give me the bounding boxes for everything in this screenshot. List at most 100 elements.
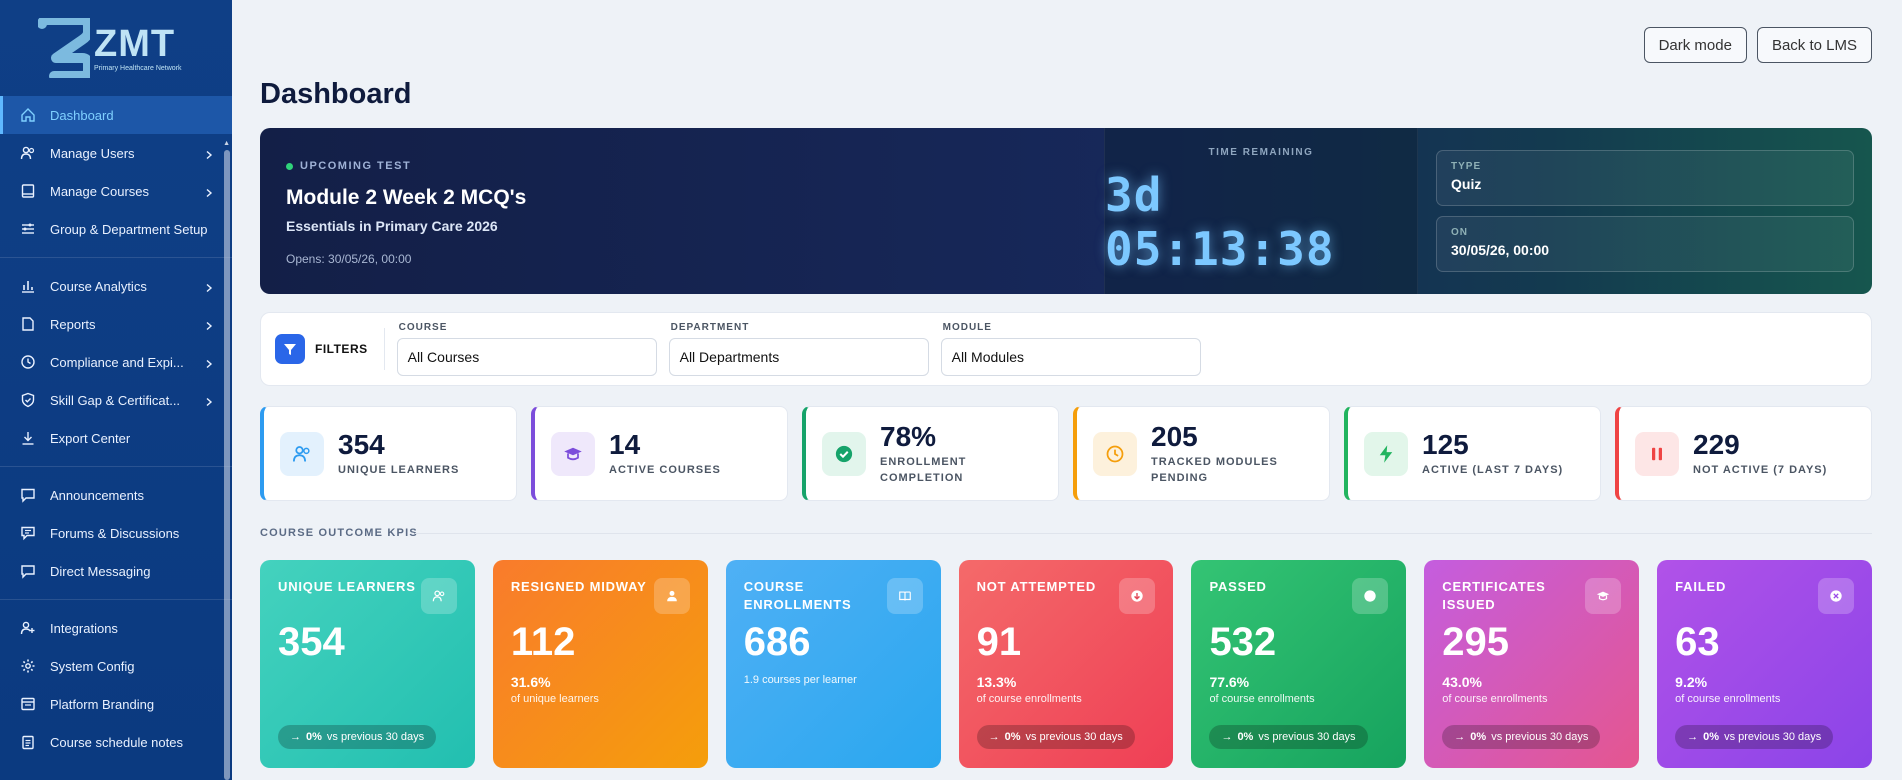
kpi-trend-percent: 0% bbox=[1237, 731, 1254, 743]
sidebar-item-manage-courses[interactable]: Manage Courses bbox=[0, 172, 232, 210]
sidebar-item-course-analytics[interactable]: Course Analytics bbox=[0, 267, 232, 305]
time-remaining-label: TIME REMAINING bbox=[1208, 146, 1314, 158]
stat-value: 78% bbox=[880, 420, 937, 452]
sidebar-item-label: Reports bbox=[50, 316, 96, 332]
stat-value: 14 bbox=[609, 428, 641, 460]
pause-icon bbox=[1635, 431, 1679, 476]
sidebar-item-label: Course Analytics bbox=[50, 278, 147, 294]
sidebar-item-reports[interactable]: Reports bbox=[0, 305, 232, 343]
filters-bar: FILTERS COURSE All Courses DEPARTMENT Al… bbox=[260, 312, 1872, 386]
nav-divider bbox=[0, 466, 232, 467]
stat-label: UNIQUE LEARNERS bbox=[338, 463, 460, 476]
book-open-icon bbox=[886, 578, 923, 614]
gear-icon bbox=[20, 658, 36, 674]
on-box: ON 30/05/26, 00:00 bbox=[1436, 216, 1854, 272]
on-value: 30/05/26, 00:00 bbox=[1451, 242, 1550, 258]
home-icon bbox=[20, 107, 36, 123]
sidebar-item-skill-gap-certificat[interactable]: Skill Gap & Certificat... bbox=[0, 381, 232, 419]
sidebar-item-announcements[interactable]: Announcements bbox=[0, 476, 232, 514]
kpi-trend-percent: 0% bbox=[1470, 731, 1487, 743]
sidebar-item-compliance-and-expi[interactable]: Compliance and Expi... bbox=[0, 343, 232, 381]
on-label: ON bbox=[1451, 227, 1468, 238]
kpi-title: CERTIFICATES ISSUED bbox=[1442, 579, 1546, 612]
filter-icon bbox=[275, 334, 305, 364]
x-circle-icon bbox=[1818, 578, 1855, 614]
kpi-trend-text: vs previous 30 days bbox=[1258, 731, 1356, 743]
brand-subtitle: Primary Healthcare Network bbox=[94, 64, 182, 72]
sidebar-item-dashboard[interactable]: Dashboard bbox=[0, 96, 232, 134]
sidebar-item-label: Skill Gap & Certificat... bbox=[50, 392, 181, 408]
kpi-trend-percent: 0% bbox=[1703, 731, 1720, 743]
kpi-subtext: of course enrollments bbox=[1675, 693, 1781, 705]
kpi-card: UNIQUE LEARNERS 354 → 0% vs previous 30 days bbox=[260, 560, 475, 768]
kpi-value: 112 bbox=[510, 620, 576, 664]
dark-mode-button[interactable]: Dark mode bbox=[1643, 27, 1747, 63]
kpi-card: CERTIFICATES ISSUED 295 43.0% of course enr… bbox=[1424, 560, 1640, 768]
sidebar-scrollbar[interactable] bbox=[224, 150, 230, 780]
sidebar-item-direct-messaging[interactable]: Direct Messaging bbox=[0, 552, 232, 590]
module-select[interactable]: All Modules bbox=[940, 338, 1201, 376]
kpi-card: PASSED 532 77.6% of course enrollments → 0% vs… bbox=[1191, 560, 1407, 768]
stat-value: 229 bbox=[1693, 428, 1740, 460]
scroll-up-icon[interactable]: ▲ bbox=[223, 140, 230, 147]
brand-title: ZMT bbox=[94, 22, 176, 65]
kpi-meta: 1.9 courses per learner bbox=[743, 674, 857, 686]
stat-card: 229 NOT ACTIVE (7 DAYS) bbox=[1615, 406, 1872, 501]
stat-cards: 354 UNIQUE LEARNERS 14 ACTIVE COURSES 78% ENR… bbox=[260, 406, 1872, 501]
stat-value: 354 bbox=[338, 428, 385, 460]
sidebar-item-export-center[interactable]: Export Center bbox=[0, 419, 232, 457]
kpi-title: PASSED bbox=[1209, 579, 1267, 594]
clipboard-icon bbox=[20, 734, 36, 750]
department-filter: DEPARTMENT All Departments bbox=[668, 322, 929, 376]
chevron-right-icon bbox=[204, 281, 214, 293]
sidebar-item-course-schedule-notes[interactable]: Course schedule notes bbox=[0, 723, 232, 761]
kpi-card: FAILED 63 9.2% of course enrollments → 0% vs p… bbox=[1657, 560, 1873, 768]
arrow-right-icon: → bbox=[1454, 731, 1466, 743]
kpi-trend-pill: → 0% vs previous 30 days bbox=[1675, 725, 1834, 749]
sidebar-item-manage-users[interactable]: Manage Users bbox=[0, 134, 232, 172]
arrow-right-icon: → bbox=[1687, 731, 1699, 743]
type-box: TYPE Quiz bbox=[1436, 150, 1854, 206]
user-plus-icon bbox=[20, 620, 36, 636]
type-value: Quiz bbox=[1451, 176, 1482, 192]
chevron-right-icon bbox=[204, 319, 214, 331]
sidebar-item-group-department-setup[interactable]: Group & Department Setup bbox=[0, 210, 232, 248]
kpi-value: 63 bbox=[1675, 620, 1720, 664]
nav-divider bbox=[0, 257, 232, 258]
book-icon bbox=[20, 183, 36, 199]
file-icon bbox=[20, 316, 36, 332]
stat-label: NOT ACTIVE (7 DAYS) bbox=[1693, 463, 1828, 476]
stat-card: 354 UNIQUE LEARNERS bbox=[260, 406, 517, 501]
brand-logo[interactable]: ZMT Primary Healthcare Network bbox=[0, 0, 232, 96]
kpi-value: 354 bbox=[278, 620, 345, 664]
sidebar-nav: Dashboard Manage Users Manage Courses Group… bbox=[0, 96, 232, 761]
stat-card: 78% ENROLLMENT COMPLETION bbox=[802, 406, 1059, 501]
back-to-lms-button[interactable]: Back to LMS bbox=[1756, 27, 1872, 63]
sidebar-item-platform-branding[interactable]: Platform Branding bbox=[0, 685, 232, 723]
bar-chart-icon bbox=[20, 278, 36, 294]
course-select[interactable]: All Courses bbox=[396, 338, 657, 376]
sidebar-item-label: System Config bbox=[50, 658, 135, 674]
sidebar-item-label: Direct Messaging bbox=[50, 563, 151, 579]
main-content: Dark mode Back to LMS Dashboard UPCOMING… bbox=[260, 0, 1873, 780]
sidebar-item-forums-discussions[interactable]: Forums & Discussions bbox=[0, 514, 232, 552]
kpi-card: COURSE ENROLLMENTS 686 1.9 courses per lea… bbox=[725, 560, 941, 768]
kpi-trend-text: vs previous 30 days bbox=[1724, 731, 1822, 743]
kpi-trend-pill: → 0% vs previous 30 days bbox=[976, 725, 1135, 749]
sidebar-item-integrations[interactable]: Integrations bbox=[0, 609, 232, 647]
kpi-value: 532 bbox=[1209, 620, 1277, 664]
chevron-right-icon bbox=[204, 395, 214, 407]
check-circle-icon bbox=[1352, 578, 1389, 614]
sliders-icon bbox=[20, 221, 36, 237]
sidebar-item-system-config[interactable]: System Config bbox=[0, 647, 232, 685]
message-square-icon bbox=[20, 487, 36, 503]
kpi-trend-text: vs previous 30 days bbox=[1025, 731, 1123, 743]
kpi-title: UNIQUE LEARNERS bbox=[278, 579, 416, 594]
kpi-cards: UNIQUE LEARNERS 354 → 0% vs previous 30 days… bbox=[260, 560, 1873, 768]
bolt-icon bbox=[1364, 431, 1408, 476]
section-divider bbox=[415, 533, 1872, 534]
test-course: Essentials in Primary Care 2026 bbox=[286, 218, 498, 234]
department-select[interactable]: All Departments bbox=[668, 338, 929, 376]
kpi-title: COURSE ENROLLMENTS bbox=[743, 579, 852, 612]
upcoming-badge: UPCOMING TEST bbox=[286, 160, 1078, 172]
